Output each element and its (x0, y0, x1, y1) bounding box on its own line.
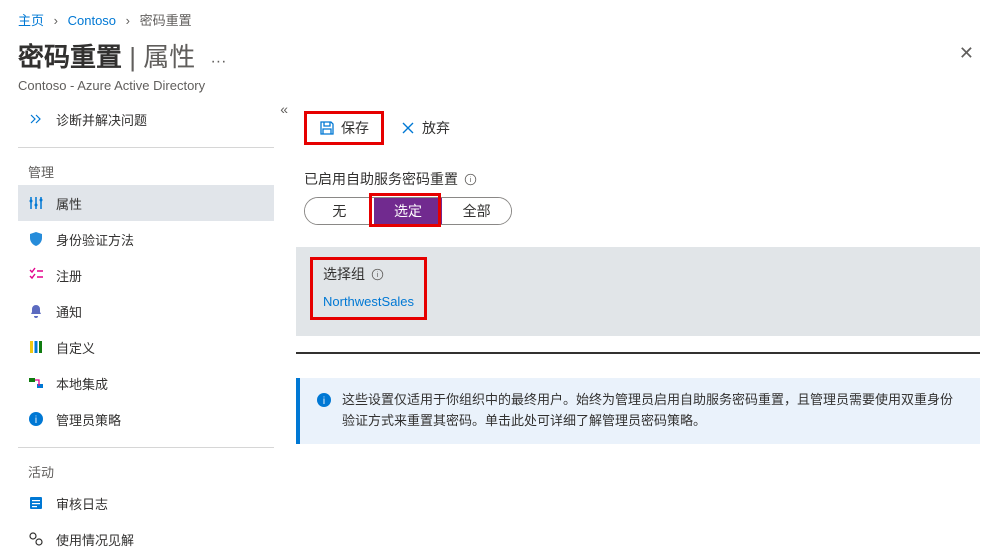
divider (18, 147, 274, 148)
sidebar-item-label: 管理员策略 (56, 410, 121, 429)
collapse-sidebar-button[interactable]: « (280, 101, 288, 117)
sidebar-item-usage[interactable]: 使用情况见解 (18, 521, 274, 557)
selected-group-link[interactable]: NorthwestSales (323, 294, 414, 309)
bell-icon (28, 303, 44, 319)
discard-icon (400, 120, 416, 136)
seg-option-selected[interactable]: 选定 (374, 198, 443, 224)
divider (296, 352, 980, 354)
discard-button-label: 放弃 (422, 118, 450, 138)
sidebar-item-auth-methods[interactable]: 身份验证方法 (18, 221, 274, 257)
sidebar-item-diagnose[interactable]: 诊断并解决问题 (18, 101, 288, 137)
sliders-icon (28, 195, 44, 211)
page-subtitle: Contoso - Azure Active Directory (18, 78, 974, 93)
main-panel: 保存 放弃 已启用自助服务密码重置 i 无 选定 全部 (292, 101, 992, 560)
sidebar-item-label: 自定义 (56, 338, 95, 357)
group-panel: 选择组 i NorthwestSales (296, 247, 980, 336)
info-icon[interactable]: i (464, 173, 477, 186)
sidebar-item-label: 通知 (56, 302, 82, 321)
discard-button[interactable]: 放弃 (394, 114, 456, 142)
usage-icon (28, 531, 44, 547)
breadcrumb-home[interactable]: 主页 (18, 13, 44, 28)
info-icon: i (316, 392, 332, 408)
sidebar-item-notifications[interactable]: 通知 (18, 293, 274, 329)
sidebar: « 诊断并解决问题 管理 属性 身份验证方法 注册 通知 自定义 (0, 101, 292, 560)
sspr-enabled-label: 已启用自助服务密码重置 i (304, 169, 980, 189)
breadcrumb-current: 密码重置 (140, 13, 192, 28)
seg-option-none[interactable]: 无 (305, 198, 374, 224)
page-header: 密码重置 | 属性 ··· Contoso - Azure Active Dir… (0, 35, 992, 101)
sidebar-item-audit-logs[interactable]: 审核日志 (18, 485, 274, 521)
palette-icon (28, 339, 44, 355)
sidebar-item-label: 身份验证方法 (56, 230, 134, 249)
select-group-label: 选择组 i (323, 264, 414, 284)
sidebar-item-properties[interactable]: 属性 (18, 185, 274, 221)
highlight-save: 保存 (304, 111, 384, 145)
sidebar-section-activity: 活动 (28, 462, 274, 481)
close-button[interactable]: ✕ (959, 43, 974, 64)
sidebar-section-manage: 管理 (28, 162, 274, 181)
seg-option-all[interactable]: 全部 (442, 198, 511, 224)
chevron-right-icon: › (126, 13, 130, 28)
page-title-strong: 密码重置 (18, 42, 122, 72)
sspr-enabled-segmented: 无 选定 全部 (304, 197, 512, 225)
diagnose-icon (28, 111, 44, 127)
page-title: 密码重置 | 属性 (18, 42, 202, 72)
sidebar-item-label: 注册 (56, 266, 82, 285)
sidebar-item-customize[interactable]: 自定义 (18, 329, 274, 365)
svg-text:i: i (35, 415, 37, 426)
sidebar-item-registration[interactable]: 注册 (18, 257, 274, 293)
sidebar-item-admin-policy[interactable]: i 管理员策略 (18, 401, 274, 437)
svg-text:i: i (323, 396, 325, 407)
more-menu-button[interactable]: ··· (210, 53, 226, 71)
save-button[interactable]: 保存 (313, 114, 375, 142)
sidebar-item-label: 诊断并解决问题 (56, 110, 147, 129)
breadcrumb-tenant[interactable]: Contoso (68, 13, 116, 28)
svg-text:i: i (377, 270, 379, 279)
sidebar-item-onprem[interactable]: 本地集成 (18, 365, 274, 401)
info-icon: i (28, 411, 44, 427)
divider (18, 447, 274, 448)
sidebar-item-label: 本地集成 (56, 374, 108, 393)
integration-icon (28, 375, 44, 391)
toolbar: 保存 放弃 (296, 107, 980, 155)
sidebar-item-label: 审核日志 (56, 494, 108, 513)
chevron-right-icon: › (54, 13, 58, 28)
info-banner: i 这些设置仅适用于你组织中的最终用户。始终为管理员启用自助服务密码重置，且管理… (296, 378, 980, 444)
sidebar-item-label: 使用情况见解 (56, 530, 134, 549)
info-icon[interactable]: i (371, 268, 384, 281)
info-banner-text: 这些设置仅适用于你组织中的最终用户。始终为管理员启用自助服务密码重置，且管理员需… (342, 390, 964, 432)
save-icon (319, 120, 335, 136)
page-title-light: 属性 (143, 42, 195, 72)
svg-text:i: i (470, 175, 472, 184)
save-button-label: 保存 (341, 118, 369, 138)
checklist-icon (28, 267, 44, 283)
highlight-group: 选择组 i NorthwestSales (310, 257, 427, 320)
page-title-sep: | (122, 42, 143, 72)
breadcrumb: 主页 › Contoso › 密码重置 (0, 0, 992, 35)
log-icon (28, 495, 44, 511)
shield-icon (28, 231, 44, 247)
sidebar-item-label: 属性 (56, 194, 82, 213)
